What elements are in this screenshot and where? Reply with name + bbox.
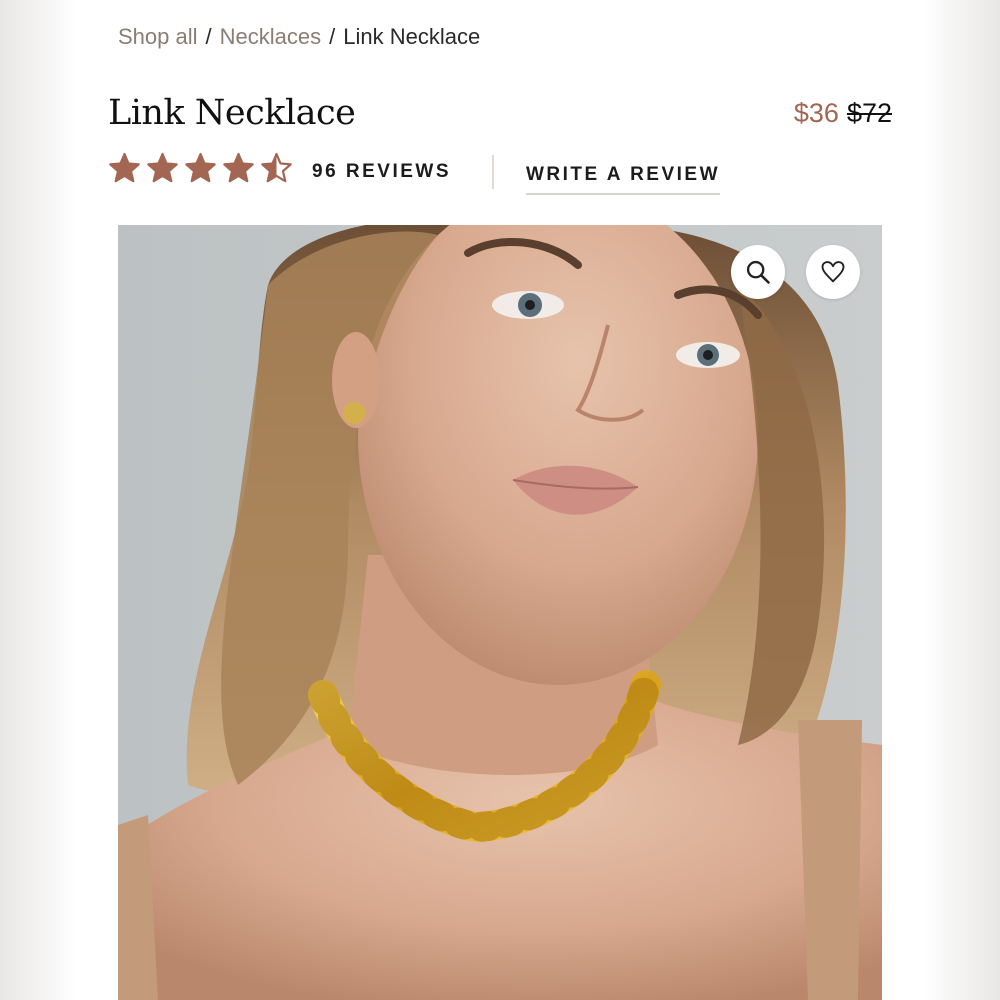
screenshot-frame: Shop all / Necklaces / Link Necklace Link Ne… [0, 0, 1000, 1000]
divider [492, 155, 494, 189]
heart-icon [821, 261, 845, 283]
model-photo [118, 225, 882, 1000]
sale-price: $36 [793, 98, 839, 128]
breadcrumb-separator: / [205, 24, 212, 49]
product-page: Shop all / Necklaces / Link Necklace Link Ne… [78, 0, 922, 1000]
breadcrumb-current: Link Necklace [343, 24, 481, 49]
breadcrumb-necklaces[interactable]: Necklaces [220, 24, 321, 49]
reviews-link[interactable]: 96 REVIEWS [312, 161, 451, 183]
wishlist-button[interactable] [806, 245, 860, 299]
zoom-button[interactable] [731, 245, 785, 299]
star-full-icon [109, 152, 140, 183]
price-block: $36 $72 [794, 98, 892, 129]
write-review-link[interactable]: WRITE A REVIEW [526, 164, 721, 195]
star-rating[interactable] [108, 152, 293, 185]
search-icon [746, 260, 770, 284]
star-full-icon [147, 152, 178, 183]
breadcrumb-separator: / [329, 24, 336, 49]
star-full-icon [185, 152, 216, 183]
star-half-icon [261, 152, 292, 183]
product-title: Link Necklace [108, 93, 356, 133]
rating-row: 96 REVIEWS WRITE A REVIEW [108, 150, 898, 195]
original-price: $72 [846, 98, 892, 128]
breadcrumb-shop-all[interactable]: Shop all [118, 24, 198, 49]
breadcrumb: Shop all / Necklaces / Link Necklace [118, 24, 480, 50]
product-image[interactable] [118, 225, 882, 1000]
star-full-icon [223, 152, 254, 183]
